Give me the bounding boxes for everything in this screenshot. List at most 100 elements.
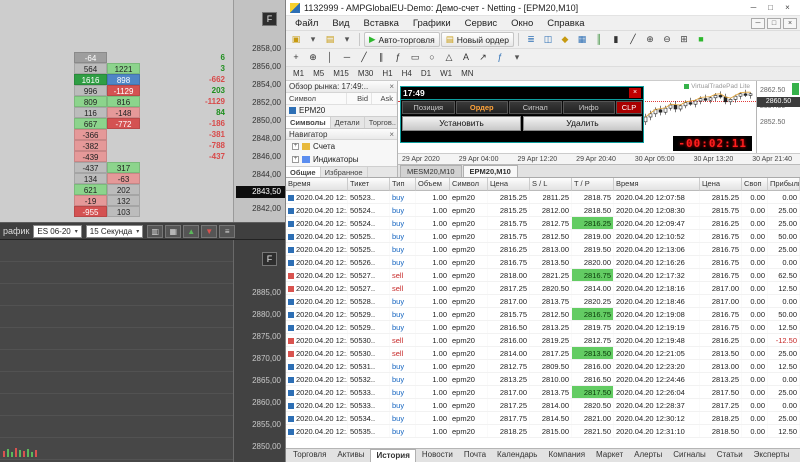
timeframe-select[interactable]: 15 Секунда — [86, 225, 144, 238]
settings-icon[interactable]: ≡ — [219, 225, 235, 238]
terminal-tab[interactable]: Статьи — [712, 449, 748, 462]
terminal-tab[interactable]: История — [370, 449, 415, 462]
terminal-tab[interactable]: Почта — [459, 449, 491, 462]
timeframe-button[interactable]: D1 — [417, 68, 435, 80]
ladder-cell[interactable]: -19 — [74, 195, 107, 206]
ladder-cell[interactable]: 564 — [74, 63, 107, 74]
ladder-cell[interactable]: 809 — [74, 96, 107, 107]
table-row[interactable]: 2020.04.20 12:..50527..sell1.00epm202818… — [286, 269, 800, 282]
down-arrow-icon[interactable]: ▼ — [201, 225, 217, 238]
vtp-tab[interactable]: Инфо — [563, 101, 616, 114]
ladder-cell[interactable]: 996 — [74, 85, 107, 96]
ladder-cell[interactable]: 1221 — [107, 63, 140, 74]
menu-item[interactable]: Вставка — [357, 18, 406, 29]
ladder-cell[interactable]: -382 — [74, 140, 107, 151]
terminal-tab[interactable]: Эксперты — [749, 449, 795, 462]
profiles-icon[interactable]: ▤ — [322, 32, 338, 47]
ellipse-icon[interactable]: ○ — [424, 50, 440, 65]
history-column-header[interactable]: Тип — [390, 178, 416, 191]
horizontal-line-icon[interactable]: ─ — [339, 50, 355, 65]
ladder-cell[interactable]: 116 — [74, 107, 107, 118]
history-column-header[interactable]: Время — [614, 178, 700, 191]
indicators-dropdown-icon[interactable]: ▾ — [509, 50, 525, 65]
market-watch-column[interactable]: Bid — [347, 93, 372, 104]
columns-icon[interactable]: ▥ — [147, 225, 163, 238]
terminal-tab[interactable]: Календарь — [492, 449, 542, 462]
table-row[interactable]: 2020.04.20 12:..50530..sell1.00epm202814… — [286, 347, 800, 360]
indicators-icon[interactable]: ƒ — [492, 50, 508, 65]
ladder-cell[interactable]: 317 — [107, 162, 140, 173]
ladder-cell[interactable]: 1616 — [74, 74, 107, 85]
chart-tab[interactable]: MESM20,M10 — [400, 165, 462, 177]
vtp-tab[interactable]: CLP — [616, 101, 642, 114]
history-column-header[interactable]: Своп — [742, 178, 768, 191]
table-row[interactable]: 2020.04.20 12:..50534..buy1.00epm202817.… — [286, 412, 800, 425]
zoom-out-icon[interactable]: ⊖ — [659, 32, 675, 47]
close-icon[interactable]: × — [386, 82, 394, 91]
market-watch-tab[interactable]: Детали — [331, 117, 365, 128]
arrow-icon[interactable]: ↗ — [475, 50, 491, 65]
cursor-icon[interactable]: + — [288, 50, 304, 65]
data-window-icon[interactable]: ◫ — [540, 32, 556, 47]
market-watch-header[interactable]: Обзор рынка: 17:49:.. × — [286, 81, 397, 93]
ladder-cell[interactable]: 667 — [74, 118, 107, 129]
table-row[interactable]: 2020.04.20 12:..50535..buy1.00epm202818.… — [286, 425, 800, 438]
chart-tab[interactable]: EPM20,M10 — [463, 165, 518, 177]
vertical-line-icon[interactable]: │ — [322, 50, 338, 65]
market-watch-tab[interactable]: Торгов.. — [365, 117, 397, 128]
timeframe-button[interactable]: MN — [457, 68, 477, 80]
layout-icon[interactable]: ▦ — [165, 225, 181, 238]
zoom-in-icon[interactable]: ⊕ — [642, 32, 658, 47]
chart-minimize-button[interactable]: ─ — [751, 18, 765, 29]
menu-item[interactable]: Справка — [540, 18, 591, 29]
triangle-icon[interactable]: △ — [441, 50, 457, 65]
terminal-tab[interactable]: Журнал — [795, 449, 800, 462]
navigator-header[interactable]: Навигатор × — [286, 129, 397, 140]
table-row[interactable]: 2020.04.20 12:..50529..buy1.00epm202816.… — [286, 321, 800, 334]
symbol-select[interactable]: ES 06-20 — [33, 225, 81, 238]
market-watch-icon[interactable]: ≣ — [523, 32, 539, 47]
ladder-cell[interactable]: 816 — [107, 96, 140, 107]
ladder-cell[interactable]: -437 — [74, 162, 107, 173]
timeframe-button[interactable]: W1 — [436, 68, 456, 80]
table-row[interactable]: 2020.04.20 12:..50533..buy1.00epm202817.… — [286, 386, 800, 399]
ladder-cell[interactable]: 134 — [74, 173, 107, 184]
rectangle-icon[interactable]: ▭ — [407, 50, 423, 65]
ladder-cell[interactable]: 898 — [107, 74, 140, 85]
terminal-tab[interactable]: Алерты — [629, 449, 667, 462]
navigator-tab[interactable]: Общие — [286, 167, 321, 177]
table-row[interactable]: 2020.04.20 12:..50529..buy1.00epm202815.… — [286, 308, 800, 321]
timeframe-button[interactable]: M1 — [289, 68, 308, 80]
timeframe-button[interactable]: M5 — [309, 68, 328, 80]
history-column-header[interactable]: Объем — [416, 178, 450, 191]
table-row[interactable]: 2020.04.20 12:..50524..buy1.00epm202815.… — [286, 204, 800, 217]
ladder-cell[interactable]: -63 — [107, 173, 140, 184]
title-bar[interactable]: 1132999 - AMPGlobalEU-Demo: Демо-счет - … — [286, 0, 800, 16]
ladder-cell[interactable]: -439 — [74, 151, 107, 162]
table-row[interactable]: 2020.04.20 12:..50524..buy1.00epm202815.… — [286, 217, 800, 230]
dom-ladder[interactable]: -646564122131616898-662996-1129203809816… — [0, 0, 285, 222]
history-column-header[interactable]: Прибыль — [768, 178, 800, 191]
menu-item[interactable]: Вид — [325, 18, 356, 29]
ladder-fullscreen-button[interactable]: F — [262, 12, 277, 26]
new-chart-icon[interactable]: ▣ — [288, 32, 304, 47]
navigator-item[interactable]: +Индикаторы — [286, 153, 397, 166]
left-chart[interactable]: 2885,002880,002875,002870,002865,002860,… — [0, 240, 285, 462]
history-column-header[interactable]: Время — [286, 178, 348, 191]
vtp-header[interactable]: 17:49 × — [401, 87, 643, 100]
vtp-tab[interactable]: Ордер — [456, 101, 509, 114]
timeframe-button[interactable]: M30 — [354, 68, 378, 80]
terminal-tab[interactable]: Активы — [332, 449, 369, 462]
history-column-header[interactable]: Цена — [700, 178, 742, 191]
navigator-item[interactable]: +Счета — [286, 140, 397, 153]
terminal-tab[interactable]: Торговля — [288, 449, 331, 462]
history-column-header[interactable]: S / L — [530, 178, 572, 191]
table-row[interactable]: 2020.04.20 12:..50528..buy1.00epm202817.… — [286, 295, 800, 308]
history-column-header[interactable]: Тикет — [348, 178, 390, 191]
minimize-button[interactable]: ─ — [745, 2, 762, 14]
bar-chart-icon[interactable]: ║ — [591, 32, 607, 47]
table-row[interactable]: 2020.04.20 12:..50527..sell1.00epm202817… — [286, 282, 800, 295]
table-row[interactable]: 2020.04.20 12:..50531..buy1.00epm202812.… — [286, 360, 800, 373]
left-chart-fullscreen-button[interactable]: F — [262, 252, 277, 266]
terminal-tab[interactable]: Маркет — [591, 449, 628, 462]
